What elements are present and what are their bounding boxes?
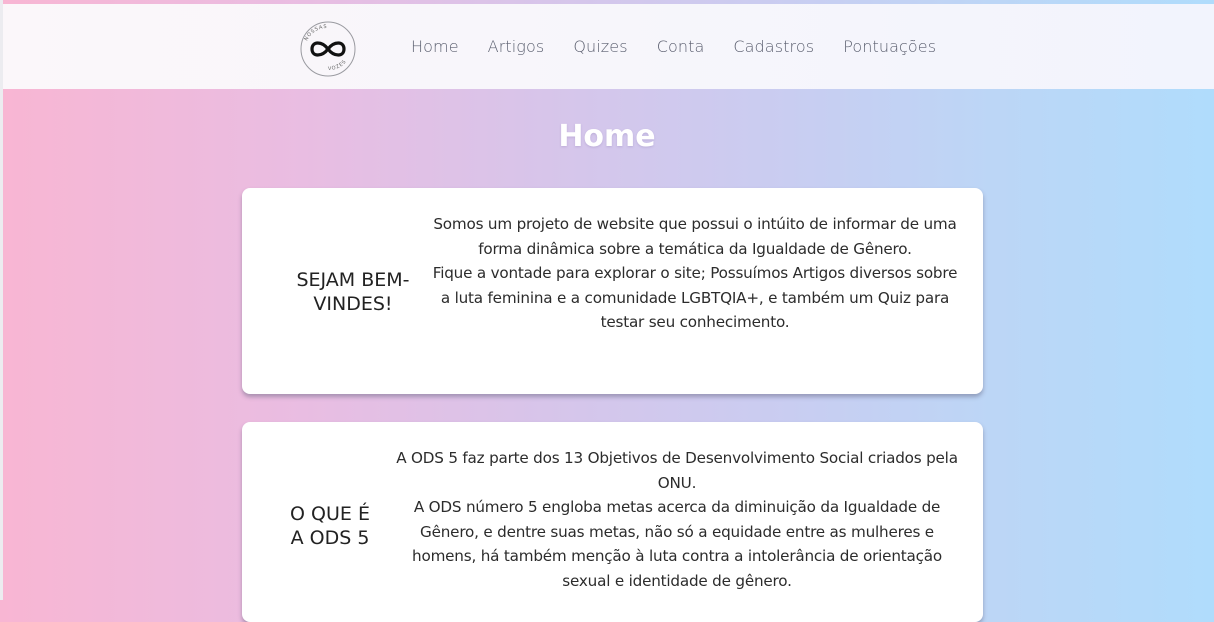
welcome-card-text: Somos um projeto de website que possui o… <box>430 212 960 335</box>
welcome-card-paragraph: Fique a vontade para explorar o site; Po… <box>432 264 958 331</box>
welcome-card-paragraph: Somos um projeto de website que possui o… <box>433 215 957 258</box>
ods5-card-text: A ODS 5 faz parte dos 13 Objetivos de De… <box>392 446 962 593</box>
nav-link-conta[interactable]: Conta <box>657 37 705 56</box>
welcome-card-title: SEJAM BEM-VINDES! <box>296 269 410 315</box>
site-logo[interactable]: NOSSAS VOZES <box>298 19 358 79</box>
ods5-card-paragraph: A ODS 5 faz parte dos 13 Objetivos de De… <box>396 449 958 492</box>
logo-top-text: NOSSAS <box>303 24 326 42</box>
nav-link-artigos[interactable]: Artigos <box>488 37 545 56</box>
nav-link-quizes[interactable]: Quizes <box>573 37 627 56</box>
top-navbar: NOSSAS VOZES Home Artigos Quizes Conta C… <box>3 4 1214 89</box>
nav-link-pontuacoes[interactable]: Pontuações <box>843 37 936 56</box>
page-title: Home <box>558 119 656 154</box>
svg-text:NOSSAS: NOSSAS <box>303 24 327 42</box>
page-left-border <box>0 0 3 600</box>
infinity-icon: NOSSAS VOZES <box>300 21 356 77</box>
main-nav: Home Artigos Quizes Conta Cadastros Pont… <box>411 37 965 56</box>
ods5-card-paragraph: A ODS número 5 engloba metas acerca da d… <box>412 498 942 590</box>
nav-link-home[interactable]: Home <box>411 37 459 56</box>
nav-link-cadastros[interactable]: Cadastros <box>733 37 814 56</box>
ods5-card-title: O QUE É A ODS 5 <box>290 503 370 549</box>
welcome-card: SEJAM BEM-VINDES! Somos um projeto de we… <box>242 188 983 394</box>
ods5-card: O QUE É A ODS 5 A ODS 5 faz parte dos 13… <box>242 422 983 622</box>
